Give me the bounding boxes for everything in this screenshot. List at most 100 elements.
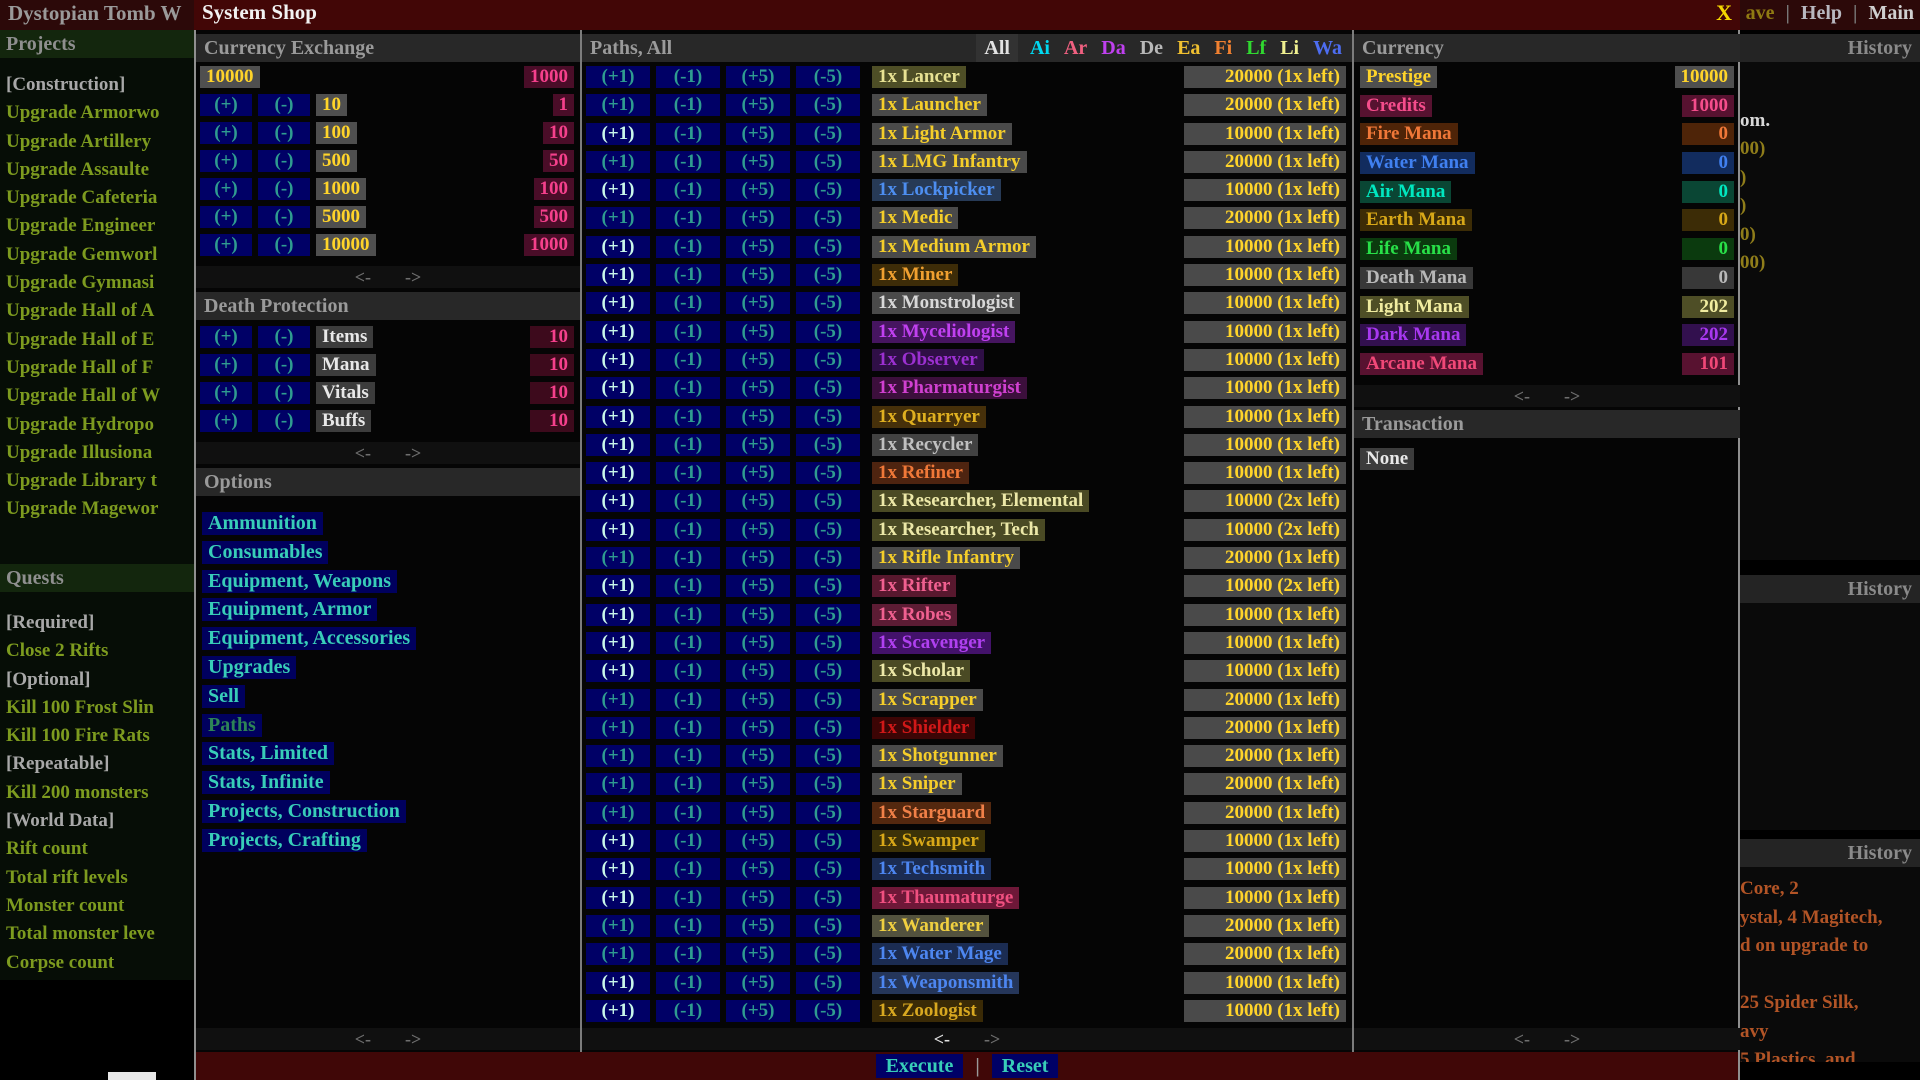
quest-item[interactable]: Kill 200 monsters (6, 782, 194, 804)
plus1-button[interactable]: (+1) (586, 179, 650, 201)
plus-button[interactable]: (+) (200, 410, 252, 432)
minus-button[interactable]: (-) (258, 178, 310, 200)
minus-button[interactable]: (-) (258, 326, 310, 348)
minus5-button[interactable]: (-5) (796, 858, 860, 880)
next-page-button[interactable]: -> (405, 442, 421, 464)
next-page-button[interactable]: -> (405, 1028, 421, 1050)
plus1-button[interactable]: (+1) (586, 660, 650, 682)
minus1-button[interactable]: (-1) (656, 207, 720, 229)
project-item[interactable]: Upgrade Artillery (6, 131, 194, 153)
plus5-button[interactable]: (+5) (726, 179, 790, 201)
plus1-button[interactable]: (+1) (586, 377, 650, 399)
plus5-button[interactable]: (+5) (726, 717, 790, 739)
minus1-button[interactable]: (-1) (656, 575, 720, 597)
plus5-button[interactable]: (+5) (726, 887, 790, 909)
minus1-button[interactable]: (-1) (656, 179, 720, 201)
plus-button[interactable]: (+) (200, 234, 252, 256)
minus5-button[interactable]: (-5) (796, 689, 860, 711)
minus5-button[interactable]: (-5) (796, 830, 860, 852)
path-filter[interactable]: Ar (1062, 34, 1089, 62)
plus1-button[interactable]: (+1) (586, 745, 650, 767)
minus-button[interactable]: (-) (258, 382, 310, 404)
plus1-button[interactable]: (+1) (586, 94, 650, 116)
minus5-button[interactable]: (-5) (796, 377, 860, 399)
option-item[interactable]: Paths (202, 714, 262, 737)
minus5-button[interactable]: (-5) (796, 745, 860, 767)
plus1-button[interactable]: (+1) (586, 462, 650, 484)
quest-item[interactable]: Corpse count (6, 952, 194, 974)
minus1-button[interactable]: (-1) (656, 490, 720, 512)
option-item[interactable]: Equipment, Accessories (202, 627, 416, 650)
quest-item[interactable]: Kill 100 Frost Slin (6, 697, 194, 719)
plus1-button[interactable]: (+1) (586, 349, 650, 371)
minus5-button[interactable]: (-5) (796, 604, 860, 626)
project-item[interactable]: Upgrade Engineer (6, 215, 194, 237)
plus5-button[interactable]: (+5) (726, 292, 790, 314)
project-item[interactable]: Upgrade Hydropo (6, 414, 194, 436)
minus-button[interactable]: (-) (258, 94, 310, 116)
option-item[interactable]: Stats, Infinite (202, 771, 330, 794)
minus5-button[interactable]: (-5) (796, 406, 860, 428)
plus5-button[interactable]: (+5) (726, 632, 790, 654)
plus1-button[interactable]: (+1) (586, 292, 650, 314)
minus1-button[interactable]: (-1) (656, 773, 720, 795)
path-filter[interactable]: Ea (1175, 34, 1202, 62)
plus-button[interactable]: (+) (200, 150, 252, 172)
minus1-button[interactable]: (-1) (656, 66, 720, 88)
minus5-button[interactable]: (-5) (796, 94, 860, 116)
path-filter[interactable]: All (976, 34, 1018, 62)
project-item[interactable]: Upgrade Hall of W (6, 385, 194, 407)
minus5-button[interactable]: (-5) (796, 717, 860, 739)
prev-page-button[interactable]: <- (355, 1028, 371, 1050)
plus5-button[interactable]: (+5) (726, 972, 790, 994)
reset-button[interactable]: Reset (992, 1054, 1059, 1078)
plus1-button[interactable]: (+1) (586, 632, 650, 654)
prev-page-button[interactable]: <- (1514, 1028, 1530, 1050)
minus1-button[interactable]: (-1) (656, 1000, 720, 1022)
minus5-button[interactable]: (-5) (796, 887, 860, 909)
minus1-button[interactable]: (-1) (656, 406, 720, 428)
plus1-button[interactable]: (+1) (586, 802, 650, 824)
plus5-button[interactable]: (+5) (726, 66, 790, 88)
plus1-button[interactable]: (+1) (586, 575, 650, 597)
plus1-button[interactable]: (+1) (586, 207, 650, 229)
project-item[interactable]: Upgrade Hall of F (6, 357, 194, 379)
plus1-button[interactable]: (+1) (586, 519, 650, 541)
plus5-button[interactable]: (+5) (726, 689, 790, 711)
quest-item[interactable]: [Repeatable] (6, 753, 194, 775)
plus1-button[interactable]: (+1) (586, 773, 650, 795)
project-item[interactable]: Upgrade Library t (6, 470, 194, 492)
plus5-button[interactable]: (+5) (726, 462, 790, 484)
plus5-button[interactable]: (+5) (726, 434, 790, 456)
plus-button[interactable]: (+) (200, 382, 252, 404)
plus1-button[interactable]: (+1) (586, 66, 650, 88)
prev-page-button[interactable]: <- (355, 442, 371, 464)
minus1-button[interactable]: (-1) (656, 434, 720, 456)
plus5-button[interactable]: (+5) (726, 943, 790, 965)
next-page-button[interactable]: -> (1564, 385, 1580, 407)
plus1-button[interactable]: (+1) (586, 858, 650, 880)
quest-item[interactable]: Monster count (6, 895, 194, 917)
minus1-button[interactable]: (-1) (656, 321, 720, 343)
plus5-button[interactable]: (+5) (726, 321, 790, 343)
project-item[interactable]: Upgrade Magewor (6, 498, 194, 520)
minus-button[interactable]: (-) (258, 354, 310, 376)
option-item[interactable]: Projects, Construction (202, 800, 406, 823)
option-item[interactable]: Stats, Limited (202, 742, 334, 765)
plus-button[interactable]: (+) (200, 354, 252, 376)
plus5-button[interactable]: (+5) (726, 207, 790, 229)
plus1-button[interactable]: (+1) (586, 547, 650, 569)
minus5-button[interactable]: (-5) (796, 660, 860, 682)
minus1-button[interactable]: (-1) (656, 660, 720, 682)
plus5-button[interactable]: (+5) (726, 745, 790, 767)
minus5-button[interactable]: (-5) (796, 264, 860, 286)
plus5-button[interactable]: (+5) (726, 264, 790, 286)
prev-page-button[interactable]: <- (934, 1028, 950, 1050)
plus5-button[interactable]: (+5) (726, 406, 790, 428)
minus5-button[interactable]: (-5) (796, 519, 860, 541)
plus5-button[interactable]: (+5) (726, 660, 790, 682)
minus1-button[interactable]: (-1) (656, 236, 720, 258)
minus-button[interactable]: (-) (258, 234, 310, 256)
minus1-button[interactable]: (-1) (656, 830, 720, 852)
plus1-button[interactable]: (+1) (586, 972, 650, 994)
